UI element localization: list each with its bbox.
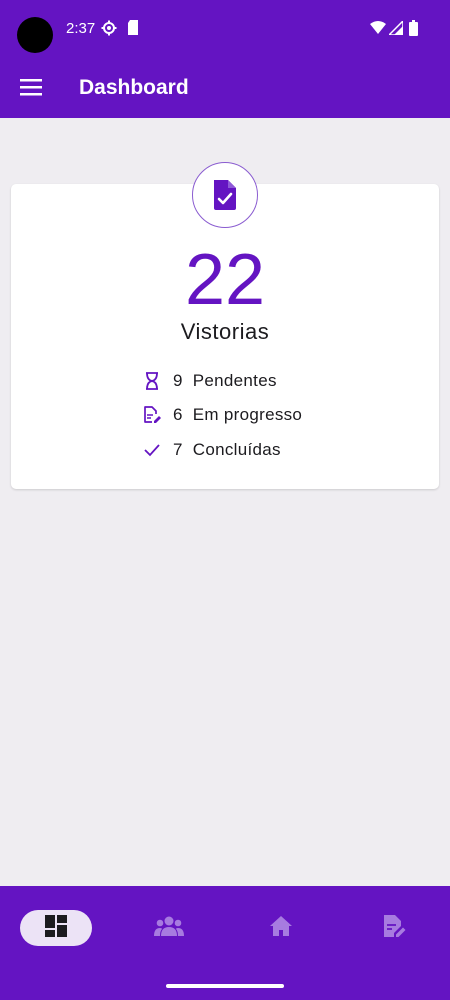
status-bar: 2:37 (0, 0, 450, 58)
stat-completed: 7 Concluídas (143, 438, 281, 462)
group-icon (154, 916, 184, 941)
nav-home[interactable] (245, 910, 317, 946)
inspections-label: Vistorias (180, 319, 270, 344)
file-check-icon (192, 162, 258, 228)
status-time: 2:37 (66, 20, 96, 37)
edit-document-icon (382, 914, 406, 943)
camera-cutout (17, 17, 53, 53)
top-app-bar: 2:37 Dashboard (0, 0, 450, 118)
stat-pending: 9 Pendentes (143, 369, 277, 393)
bottom-navigation (0, 886, 450, 1000)
nav-inspections[interactable] (358, 910, 430, 946)
signal-icon (387, 19, 404, 40)
file-edit-icon (143, 406, 161, 424)
dashboard-icon (44, 914, 68, 943)
nav-team[interactable] (133, 910, 205, 946)
sd-card-icon (127, 20, 139, 40)
gesture-home-indicator[interactable] (166, 984, 284, 988)
settings-gear-icon (101, 20, 117, 41)
hourglass-icon (143, 372, 161, 390)
page-title: Dashboard (79, 76, 189, 99)
menu-icon[interactable] (18, 76, 46, 100)
inspections-total: 22 (184, 240, 266, 320)
check-icon (143, 441, 161, 459)
home-icon (269, 915, 293, 942)
wifi-icon (370, 21, 386, 39)
stat-in-progress: 6 Em progresso (143, 403, 302, 427)
nav-dashboard[interactable] (20, 910, 92, 946)
battery-icon (409, 20, 418, 41)
